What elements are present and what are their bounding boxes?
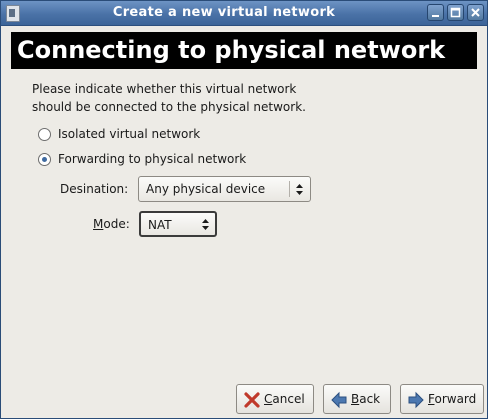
- close-window-button[interactable]: [467, 4, 484, 21]
- mode-select[interactable]: NAT: [139, 211, 217, 237]
- intro-text: Please indicate whether this virtual net…: [32, 80, 452, 116]
- title-bar[interactable]: Create a new virtual network: [1, 1, 487, 26]
- intro-line-2: should be connected to the physical netw…: [32, 100, 306, 114]
- isolated-network-label[interactable]: Isolated virtual network: [58, 127, 200, 141]
- cancel-icon: [244, 392, 260, 408]
- mode-value: NAT: [148, 218, 172, 232]
- intro-line-1: Please indicate whether this virtual net…: [32, 82, 297, 96]
- forwarding-radio[interactable]: [38, 153, 51, 166]
- mode-label: Mode:: [93, 217, 130, 231]
- forward-button[interactable]: Forward: [400, 384, 484, 414]
- isolated-network-radio[interactable]: [38, 128, 51, 141]
- page-banner: Connecting to physical network: [11, 32, 477, 69]
- back-arrow-icon: [331, 391, 347, 409]
- maximize-button[interactable]: [447, 4, 464, 21]
- minimize-button[interactable]: [427, 4, 444, 21]
- updown-arrows-icon: [296, 184, 303, 195]
- forward-arrow-icon: [408, 391, 424, 409]
- window-title: Create a new virtual network: [112, 5, 336, 20]
- cancel-button[interactable]: Cancel: [236, 384, 314, 414]
- page-title: Connecting to physical network: [17, 36, 446, 64]
- forwarding-label[interactable]: Forwarding to physical network: [58, 152, 246, 166]
- dialog-window: Create a new virtual network Connecting …: [0, 0, 488, 419]
- minimize-icon: [432, 15, 439, 17]
- destination-label: Desination:: [60, 182, 129, 196]
- destination-value: Any physical device: [146, 182, 266, 196]
- maximize-icon: [450, 7, 461, 18]
- updown-arrows-icon: [202, 219, 209, 230]
- destination-select[interactable]: Any physical device: [138, 176, 311, 202]
- close-icon: [471, 8, 480, 17]
- back-button[interactable]: Back: [323, 384, 391, 414]
